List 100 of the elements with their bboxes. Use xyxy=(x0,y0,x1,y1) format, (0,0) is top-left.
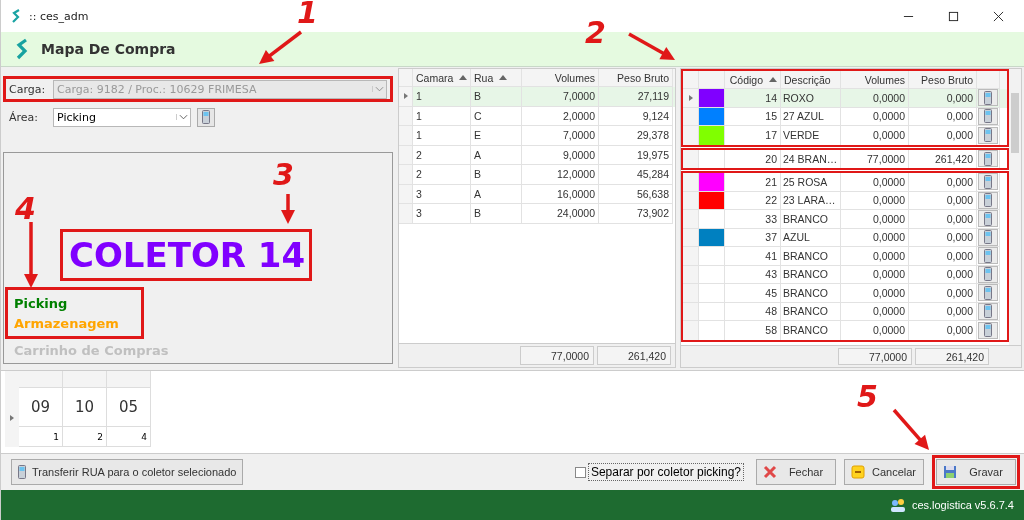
phone-icon xyxy=(984,267,992,282)
row-indicator-cell[interactable] xyxy=(399,184,413,204)
table-cell: 0,0000 xyxy=(841,228,909,247)
table-cell: 22 xyxy=(725,191,781,210)
table-cell: 0,0000 xyxy=(841,107,909,126)
table-cell: 2 xyxy=(63,427,106,447)
phone-icon xyxy=(984,248,992,263)
table-cell: 20 xyxy=(725,149,781,168)
row-pointer-icon xyxy=(688,94,693,101)
table-cell: 0,000 xyxy=(909,107,977,126)
table-cell: 9,124 xyxy=(599,106,673,126)
phone-icon xyxy=(202,110,210,124)
row-indicator-cell[interactable] xyxy=(683,89,699,108)
table-cell: 0,0000 xyxy=(841,284,909,303)
phone-button[interactable] xyxy=(978,247,998,265)
table-cell: 29,378 xyxy=(599,126,673,146)
row-indicator-cell[interactable] xyxy=(399,106,413,126)
table-cell: 73,902 xyxy=(599,204,673,224)
table-cell: 0,0000 xyxy=(841,265,909,284)
table-cell: BRANCO xyxy=(781,284,841,303)
phone-button[interactable] xyxy=(978,150,998,168)
table-cell: 21 xyxy=(725,173,781,192)
table-cell: E xyxy=(471,126,522,146)
phone-button[interactable] xyxy=(978,321,998,339)
window-title: :: ces_adm xyxy=(29,9,89,23)
legend-label: Picking xyxy=(14,295,69,313)
table-cell: 0,000 xyxy=(909,191,977,210)
row-pointer-icon xyxy=(403,93,408,100)
chevron-down-icon xyxy=(176,114,190,120)
table-cell: AZUL xyxy=(781,228,841,247)
table-cell: 14 xyxy=(725,89,781,108)
table-cell: 23 LARA… xyxy=(781,191,841,210)
close-icon[interactable] xyxy=(993,10,1004,22)
total-cell: 77,0000 xyxy=(520,346,594,365)
row-indicator-cell[interactable] xyxy=(683,321,699,340)
table-cell: BRANCO xyxy=(781,321,841,340)
vertical-scrollbar[interactable] xyxy=(1009,69,1021,345)
phone-button[interactable] xyxy=(978,89,998,107)
maximize-icon[interactable] xyxy=(948,10,959,22)
save-button[interactable]: Gravar xyxy=(936,459,1016,485)
phone-button[interactable] xyxy=(978,126,998,144)
page-title: Mapa De Compra xyxy=(41,41,176,57)
row-indicator-cell[interactable] xyxy=(683,247,699,266)
table-cell: 1 xyxy=(413,106,471,126)
area-dropdown[interactable]: Picking xyxy=(53,107,191,127)
table-cell xyxy=(699,265,725,284)
table-cell: 37 xyxy=(725,228,781,247)
sort-ascending-icon xyxy=(499,75,508,80)
close-x-icon xyxy=(763,465,777,479)
table-cell: A xyxy=(471,184,522,204)
version-label: ces.logistica v5.6.7.4 xyxy=(911,499,1014,511)
close-button[interactable]: Fechar xyxy=(756,459,836,485)
annotation-arrow xyxy=(628,32,675,60)
phone-button[interactable] xyxy=(197,107,215,127)
row-indicator-cell[interactable] xyxy=(399,126,413,146)
row-indicator-cell[interactable] xyxy=(683,284,699,303)
coletor-title: COLETOR 14 xyxy=(69,234,306,276)
app-logo-icon xyxy=(15,37,29,61)
table-cell: 0,000 xyxy=(909,265,977,284)
table-cell: 45 xyxy=(725,284,781,303)
sort-ascending-icon xyxy=(459,75,468,80)
phone-icon xyxy=(984,304,992,319)
row-indicator-cell[interactable] xyxy=(683,126,699,145)
table-cell[interactable]: 05 xyxy=(107,388,150,427)
row-indicator-cell[interactable] xyxy=(399,87,413,107)
checkbox-label[interactable]: Separar por coletor picking? xyxy=(587,463,744,481)
field-label: Área: xyxy=(9,110,40,124)
table-cell: BRANCO xyxy=(781,210,841,229)
table-cell: 16,0000 xyxy=(522,184,599,204)
chevron-down-icon xyxy=(372,86,386,92)
table-cell: 58 xyxy=(725,321,781,340)
row-indicator-cell[interactable] xyxy=(5,371,19,447)
table-cell: 0,000 xyxy=(909,228,977,247)
row-indicator-cell[interactable] xyxy=(683,173,699,192)
table-cell: B xyxy=(471,204,522,224)
table-cell: 24 BRAN… xyxy=(781,149,841,168)
phone-button[interactable] xyxy=(978,173,998,191)
row-indicator-cell[interactable] xyxy=(683,210,699,229)
phone-button[interactable] xyxy=(978,284,998,302)
table-cell: 25 ROSA xyxy=(781,173,841,192)
phone-button[interactable] xyxy=(978,210,998,228)
table-cell: 56,638 xyxy=(599,184,673,204)
checkbox[interactable] xyxy=(574,466,586,478)
field-label: Carga: xyxy=(9,82,47,96)
table-cell: 27 AZUL xyxy=(781,107,841,126)
annotation-number: 4 xyxy=(15,192,36,226)
row-indicator-cell[interactable] xyxy=(683,149,699,168)
table-cell[interactable]: 10 xyxy=(63,388,106,427)
table-cell[interactable]: 09 xyxy=(19,388,62,427)
row-indicator-cell[interactable] xyxy=(399,204,413,224)
row-indicator-cell[interactable] xyxy=(399,165,413,185)
table-cell: 0,0000 xyxy=(841,302,909,321)
phone-icon xyxy=(18,465,26,479)
table-cell: 0,0000 xyxy=(841,89,909,108)
table-cell: 0,0000 xyxy=(841,173,909,192)
annotation-arrow xyxy=(259,30,303,64)
row-indicator-cell[interactable] xyxy=(399,145,413,165)
phone-icon xyxy=(984,151,992,166)
cancel-button[interactable]: Cancelar xyxy=(844,459,924,485)
transfer-button[interactable]: Transferir RUA para o coletor selecionado xyxy=(11,459,244,485)
